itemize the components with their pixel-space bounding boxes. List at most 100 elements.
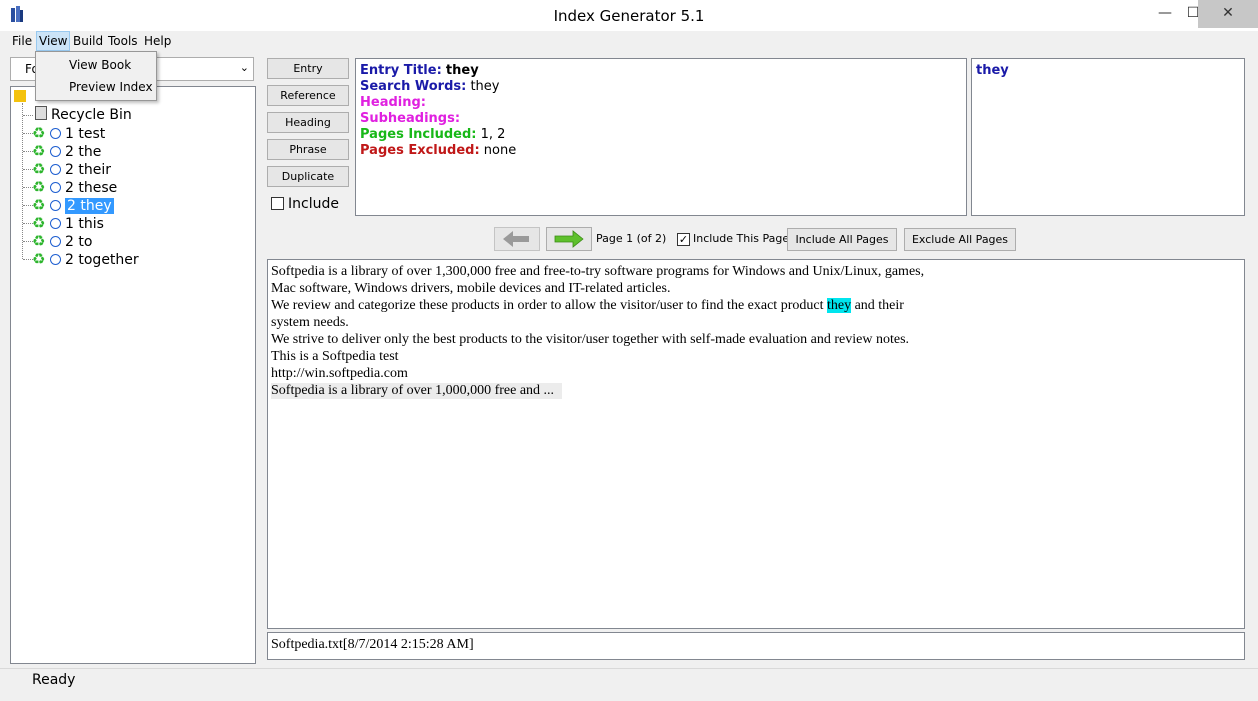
- search-words-line: Search Words: they: [360, 79, 499, 94]
- tree-count: 1: [65, 216, 74, 232]
- pages-included-value: 1, 2: [480, 127, 506, 142]
- tree-count: 2: [65, 144, 74, 160]
- recycle-icon: ♻: [32, 124, 46, 142]
- minimize-button[interactable]: —: [1150, 0, 1180, 28]
- status-circle-icon: [50, 254, 61, 265]
- heading-button[interactable]: Heading: [267, 112, 349, 133]
- entry-details[interactable]: Entry Title: they Search Words: they Hea…: [355, 58, 967, 216]
- menu-item-view-book[interactable]: View Book: [69, 58, 131, 72]
- tree-item[interactable]: ♻ 2 together: [32, 250, 139, 268]
- recycle-icon: ♻: [32, 232, 46, 250]
- recycle-icon: ♻: [32, 250, 46, 268]
- next-page-button[interactable]: [546, 227, 592, 251]
- tree-item[interactable]: ♻ 2 the: [32, 142, 101, 160]
- heading-label: Heading:: [360, 95, 426, 110]
- pages-excluded-value: none: [483, 143, 517, 158]
- entry-title-value: they: [445, 63, 479, 78]
- search-words-label: Search Words:: [360, 79, 467, 94]
- menu-file[interactable]: File: [10, 31, 34, 51]
- entry-button[interactable]: Entry: [267, 58, 349, 79]
- recycle-icon: ♻: [32, 178, 46, 196]
- word-tree[interactable]: Recycle Bin ♻ 1 test ♻ 2 the ♻ 2 their ♻ 2 t…: [10, 86, 256, 664]
- search-words-value: they: [470, 79, 500, 94]
- line-text: and their: [851, 298, 904, 313]
- line-text: We review and categorize these products …: [271, 298, 827, 313]
- status-circle-icon: [50, 164, 61, 175]
- menu-item-preview-index[interactable]: Preview Index: [69, 80, 153, 94]
- phrase-button[interactable]: Phrase: [267, 139, 349, 160]
- tree-count: 2: [65, 180, 74, 196]
- tree-count: 2: [65, 162, 74, 178]
- tree-item[interactable]: ♻ 1 test: [32, 124, 105, 142]
- document-line: http://win.softpedia.com: [271, 366, 408, 381]
- document-line-excluded: Softpedia is a library of over 1,000,000…: [271, 383, 563, 399]
- file-info-text: Softpedia.txt[8/7/2014 2:15:28 AM]: [271, 637, 474, 652]
- recycle-icon: ♻: [32, 160, 46, 178]
- status-text: Ready: [32, 672, 76, 688]
- status-bar: Ready: [0, 668, 1258, 701]
- tree-word: their: [78, 162, 111, 178]
- menu-view[interactable]: View: [36, 31, 71, 51]
- document-line: This is a Softpedia test: [271, 349, 399, 364]
- trash-icon: [35, 106, 47, 120]
- highlighted-match: they: [826, 298, 852, 313]
- tree-item[interactable]: ♻ 2 to: [32, 232, 92, 250]
- window-title: Index Generator 5.1: [553, 7, 705, 25]
- heading-line: Heading:: [360, 95, 426, 110]
- arrow-right-icon: [554, 230, 584, 248]
- status-circle-icon: [50, 182, 61, 193]
- tree-item-recycle-bin[interactable]: Recycle Bin: [35, 106, 132, 124]
- chevron-down-icon: ⌄: [239, 61, 249, 74]
- arrow-left-icon: [503, 231, 529, 247]
- menu-help[interactable]: Help: [142, 31, 173, 51]
- pages-included-label: Pages Included:: [360, 127, 477, 142]
- document-line: system needs.: [271, 315, 349, 330]
- tree-item-selected[interactable]: ♻ 2 they: [32, 196, 114, 214]
- previous-page-button[interactable]: [494, 227, 540, 251]
- view-menu-dropdown: View Book Preview Index: [35, 51, 157, 101]
- tree-count: 2: [65, 252, 74, 268]
- status-circle-icon: [50, 236, 61, 247]
- duplicate-button[interactable]: Duplicate: [267, 166, 349, 187]
- tree-word: the: [78, 144, 102, 160]
- status-circle-icon: [50, 200, 61, 211]
- entry-title-label: Entry Title:: [360, 63, 442, 78]
- reference-button[interactable]: Reference: [267, 85, 349, 106]
- tree-count: 2: [65, 234, 74, 250]
- include-all-pages-button[interactable]: Include All Pages: [787, 228, 897, 251]
- status-circle-icon: [50, 218, 61, 229]
- close-button[interactable]: ✕: [1198, 0, 1258, 28]
- exclude-all-pages-button[interactable]: Exclude All Pages: [904, 228, 1016, 251]
- document-line: We strive to deliver only the best produ…: [271, 332, 910, 347]
- preview-panel[interactable]: they: [971, 58, 1245, 216]
- pages-excluded-label: Pages Excluded:: [360, 143, 480, 158]
- tree-word: this: [78, 216, 104, 232]
- document-line: Softpedia is a library of over 1,300,000…: [271, 264, 925, 279]
- menu-bar: [0, 31, 1258, 51]
- tree-word: these: [78, 180, 118, 196]
- entry-title-line: Entry Title: they: [360, 63, 479, 78]
- tree-item[interactable]: ♻ 2 their: [32, 160, 111, 178]
- tree-count: 1: [65, 126, 74, 142]
- folder-icon: [14, 90, 26, 102]
- tree-item[interactable]: ♻ 1 this: [32, 214, 104, 232]
- tree-word: to: [78, 234, 93, 250]
- status-circle-icon: [50, 128, 61, 139]
- file-info-box: Softpedia.txt[8/7/2014 2:15:28 AM]: [267, 632, 1245, 660]
- pages-excluded-line: Pages Excluded: none: [360, 143, 516, 158]
- status-circle-icon: [50, 146, 61, 157]
- document-line: Mac software, Windows drivers, mobile de…: [271, 281, 671, 296]
- menu-build[interactable]: Build: [71, 31, 105, 51]
- page-indicator: Page 1 (of 2): [596, 232, 667, 245]
- tree-item[interactable]: ♻ 2 these: [32, 178, 117, 196]
- recycle-icon: ♻: [32, 214, 46, 232]
- menu-tools[interactable]: Tools: [106, 31, 140, 51]
- recycle-icon: ♻: [32, 142, 46, 160]
- include-label: Include: [288, 196, 339, 212]
- subheadings-line: Subheadings:: [360, 111, 460, 126]
- recycle-icon: ♻: [32, 196, 46, 214]
- tree-word: together: [78, 252, 139, 268]
- document-view[interactable]: Softpedia is a library of over 1,300,000…: [267, 259, 1245, 629]
- include-checkbox[interactable]: [271, 197, 284, 210]
- include-page-checkbox[interactable]: ✓: [677, 233, 690, 246]
